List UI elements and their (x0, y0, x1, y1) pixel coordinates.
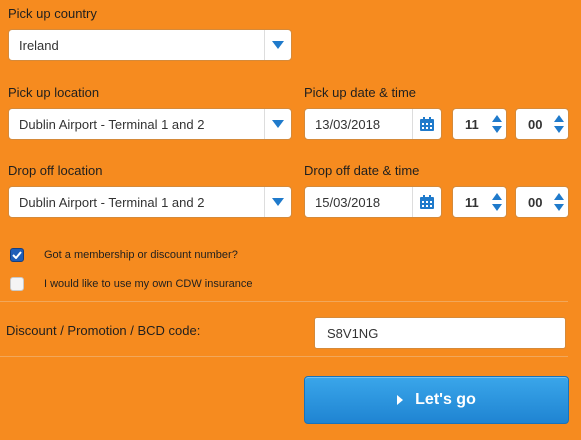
pickup-minute-stepper[interactable]: 00 (515, 108, 569, 140)
caret-down-icon[interactable] (264, 30, 291, 60)
discount-code-input[interactable]: S8V1NG (314, 317, 566, 349)
cdw-checkbox[interactable] (10, 277, 24, 291)
dropoff-minute-value: 00 (528, 194, 543, 210)
pickup-minute-value: 00 (528, 116, 543, 132)
spinner-arrows-icon[interactable] (550, 193, 568, 211)
dropoff-location-label: Drop off location (8, 163, 103, 178)
dropoff-location-select[interactable]: Dublin Airport - Terminal 1 and 2 (8, 186, 292, 218)
discount-label: Discount / Promotion / BCD code: (6, 323, 201, 338)
dropoff-hour-stepper[interactable]: 11 (452, 186, 507, 218)
pickup-location-select[interactable]: Dublin Airport - Terminal 1 and 2 (8, 108, 292, 140)
calendar-icon[interactable] (412, 109, 441, 139)
cdw-checkbox-label: I would like to use my own CDW insurance (44, 278, 253, 290)
dropoff-datetime-label: Drop off date & time (304, 163, 420, 178)
spinner-arrows-icon[interactable] (550, 115, 568, 133)
pickup-datetime-label: Pick up date & time (304, 85, 416, 100)
calendar-icon[interactable] (412, 187, 441, 217)
lets-go-button[interactable]: Let's go (304, 376, 569, 424)
pickup-date-value: 13/03/2018 (315, 116, 381, 132)
spinner-arrows-icon[interactable] (488, 193, 506, 211)
divider (0, 301, 568, 302)
caret-down-icon[interactable] (264, 187, 291, 217)
pickup-country-value: Ireland (19, 37, 59, 53)
dropoff-date-value: 15/03/2018 (315, 194, 381, 210)
divider (0, 356, 568, 357)
spinner-arrows-icon[interactable] (488, 115, 506, 133)
lets-go-label: Let's go (415, 391, 476, 408)
pickup-country-label: Pick up country (8, 6, 97, 21)
play-arrow-icon (397, 395, 404, 405)
membership-checkbox-label: Got a membership or discount number? (44, 249, 238, 261)
dropoff-minute-stepper[interactable]: 00 (515, 186, 569, 218)
dropoff-hour-value: 11 (465, 194, 479, 210)
check-icon (12, 251, 22, 259)
pickup-hour-stepper[interactable]: 11 (452, 108, 507, 140)
pickup-location-value: Dublin Airport - Terminal 1 and 2 (19, 116, 205, 132)
pickup-date-input[interactable]: 13/03/2018 (304, 108, 442, 140)
dropoff-date-input[interactable]: 15/03/2018 (304, 186, 442, 218)
discount-code-value: S8V1NG (327, 325, 379, 341)
dropoff-location-value: Dublin Airport - Terminal 1 and 2 (19, 194, 205, 210)
pickup-hour-value: 11 (465, 116, 479, 132)
pickup-country-select[interactable]: Ireland (8, 29, 292, 61)
caret-down-icon[interactable] (264, 109, 291, 139)
pickup-location-label: Pick up location (8, 85, 100, 100)
membership-checkbox[interactable] (10, 248, 24, 262)
